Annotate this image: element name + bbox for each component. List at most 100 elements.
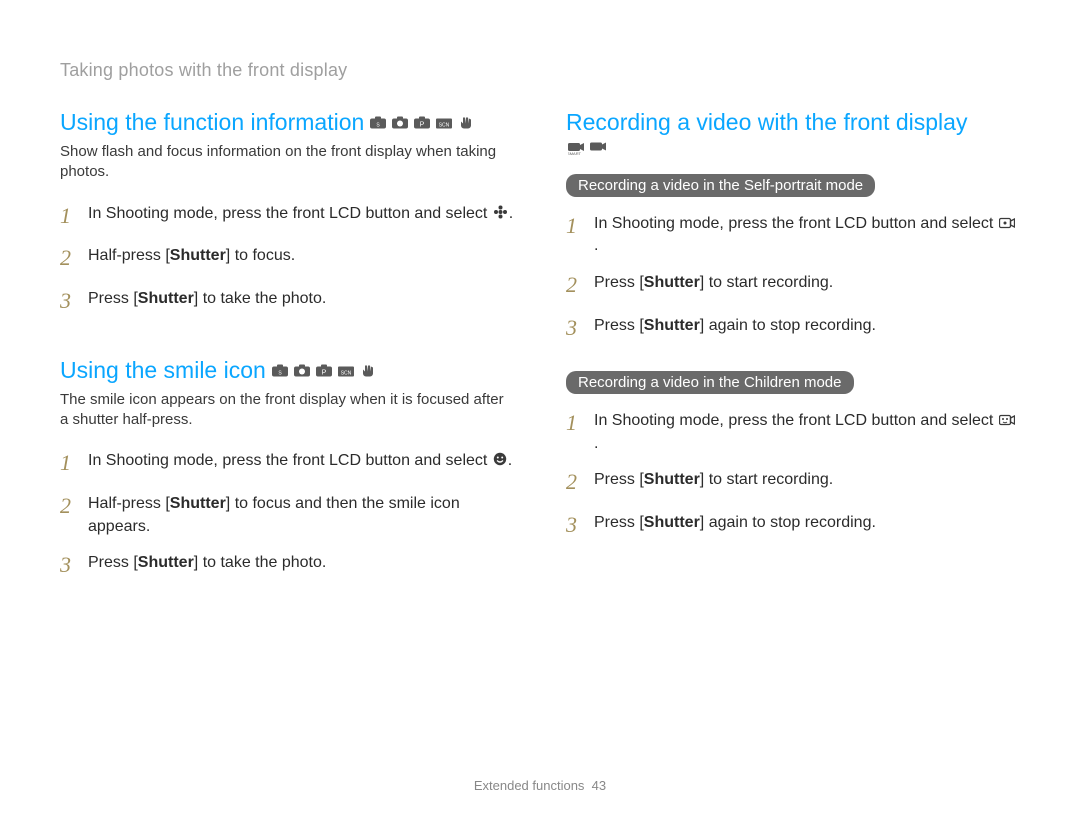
text-part: Press [ — [88, 554, 138, 571]
step-number: 3 — [566, 313, 584, 344]
title-text: Recording a video with the front display — [566, 109, 967, 136]
scene-icon — [436, 116, 452, 129]
shutter-label: Shutter — [644, 274, 700, 291]
subsection-children-mode: Recording a video in the Children mode 1… — [566, 371, 1020, 540]
step-3: 3 Press [Shutter] again to stop recordin… — [566, 510, 1020, 541]
section-title: Recording a video with the front display — [566, 109, 1020, 136]
step-1: 1 In Shooting mode, press the front LCD … — [566, 408, 1020, 455]
step-number: 2 — [60, 243, 78, 274]
step-number: 2 — [566, 270, 584, 301]
camera-icon — [294, 364, 310, 377]
section-title: Using the smile icon — [60, 357, 514, 384]
smart-icon — [272, 364, 288, 377]
right-column: Recording a video with the front display… — [566, 109, 1020, 621]
section-subtext: The smile icon appears on the front disp… — [60, 390, 514, 431]
shutter-label: Shutter — [644, 471, 700, 488]
step-2: 2 Half-press [Shutter] to focus and then… — [60, 491, 514, 538]
step-2: 2 Half-press [Shutter] to focus. — [60, 243, 514, 274]
pill-heading: Recording a video in the Self-portrait m… — [566, 174, 875, 197]
text-part: In Shooting mode, press the front LCD bu… — [88, 205, 492, 222]
step-text: In Shooting mode, press the front LCD bu… — [594, 211, 1020, 258]
step-text: Press [Shutter] to take the photo. — [88, 550, 326, 581]
step-number: 1 — [566, 211, 584, 258]
camcorder-child-icon — [999, 414, 1015, 426]
step-text: Press [Shutter] again to stop recording. — [594, 510, 876, 541]
scene-icon — [338, 364, 354, 377]
step-2: 2 Press [Shutter] to start recording. — [566, 270, 1020, 301]
breadcrumb: Taking photos with the front display — [60, 60, 1020, 81]
step-text: Press [Shutter] to start recording. — [594, 270, 833, 301]
step-1: 1 In Shooting mode, press the front LCD … — [60, 201, 514, 232]
shutter-label: Shutter — [170, 495, 226, 512]
text-part: ] again to stop recording. — [700, 514, 876, 531]
step-text: In Shooting mode, press the front LCD bu… — [594, 408, 1020, 455]
text-part: Press [ — [594, 471, 644, 488]
hand-icon — [360, 364, 376, 377]
camcorder-icon — [999, 217, 1015, 229]
step-2: 2 Press [Shutter] to start recording. — [566, 467, 1020, 498]
section-title: Using the function information — [60, 109, 514, 136]
text-part: In Shooting mode, press the front LCD bu… — [88, 452, 492, 469]
video-icon — [590, 140, 606, 153]
step-text: In Shooting mode, press the front LCD bu… — [88, 448, 512, 479]
smile-icon — [493, 452, 507, 466]
pill-heading: Recording a video in the Children mode — [566, 371, 854, 394]
mode-icons-video — [566, 140, 606, 156]
camera-p-icon — [414, 116, 430, 129]
section-subtext: Show flash and focus information on the … — [60, 142, 514, 183]
mode-icons — [368, 116, 474, 129]
flower-flash-icon — [493, 205, 508, 219]
step-number: 2 — [566, 467, 584, 498]
text-part: . — [509, 205, 513, 222]
shutter-label: Shutter — [644, 317, 700, 334]
step-number: 3 — [566, 510, 584, 541]
text-part: Press [ — [594, 274, 644, 291]
footer-page-number: 43 — [592, 778, 606, 793]
step-3: 3 Press [Shutter] to take the photo. — [60, 286, 514, 317]
title-text: Using the function information — [60, 109, 364, 136]
title-text: Using the smile icon — [60, 357, 266, 384]
text-part: ] to start recording. — [700, 471, 833, 488]
step-text: Half-press [Shutter] to focus and then t… — [88, 491, 514, 538]
camera-p-icon — [316, 364, 332, 377]
subsection-self-portrait: Recording a video in the Self-portrait m… — [566, 174, 1020, 343]
shutter-label: Shutter — [138, 290, 194, 307]
text-part: ] to start recording. — [700, 274, 833, 291]
step-text: Press [Shutter] to start recording. — [594, 467, 833, 498]
step-3: 3 Press [Shutter] to take the photo. — [60, 550, 514, 581]
step-3: 3 Press [Shutter] again to stop recordin… — [566, 313, 1020, 344]
shutter-label: Shutter — [138, 554, 194, 571]
step-number: 3 — [60, 550, 78, 581]
step-text: Press [Shutter] again to stop recording. — [594, 313, 876, 344]
step-number: 1 — [60, 448, 78, 479]
text-part: . — [508, 452, 512, 469]
text-part: ] to take the photo. — [194, 554, 327, 571]
step-number: 3 — [60, 286, 78, 317]
footer-section: Extended functions — [474, 778, 585, 793]
text-part: ] to focus. — [226, 247, 295, 264]
text-part: . — [594, 435, 598, 452]
text-part: Press [ — [88, 290, 138, 307]
step-number: 1 — [60, 201, 78, 232]
text-part: Half-press [ — [88, 247, 170, 264]
text-part: . — [594, 237, 598, 254]
page-footer: Extended functions 43 — [0, 778, 1080, 793]
section-function-information: Using the function information Show flas… — [60, 109, 514, 317]
step-number: 1 — [566, 408, 584, 455]
text-part: In Shooting mode, press the front LCD bu… — [594, 412, 998, 429]
smart-icon — [370, 116, 386, 129]
hand-icon — [458, 116, 474, 129]
video-smart-icon — [568, 140, 584, 156]
section-smile-icon: Using the smile icon The smile icon appe… — [60, 357, 514, 581]
step-1: 1 In Shooting mode, press the front LCD … — [60, 448, 514, 479]
text-part: Half-press [ — [88, 495, 170, 512]
shutter-label: Shutter — [170, 247, 226, 264]
left-column: Using the function information Show flas… — [60, 109, 514, 621]
step-text: Half-press [Shutter] to focus. — [88, 243, 295, 274]
step-1: 1 In Shooting mode, press the front LCD … — [566, 211, 1020, 258]
text-part: In Shooting mode, press the front LCD bu… — [594, 215, 998, 232]
text-part: ] again to stop recording. — [700, 317, 876, 334]
step-text: In Shooting mode, press the front LCD bu… — [88, 201, 513, 232]
text-part: ] to take the photo. — [194, 290, 327, 307]
camera-icon — [392, 116, 408, 129]
